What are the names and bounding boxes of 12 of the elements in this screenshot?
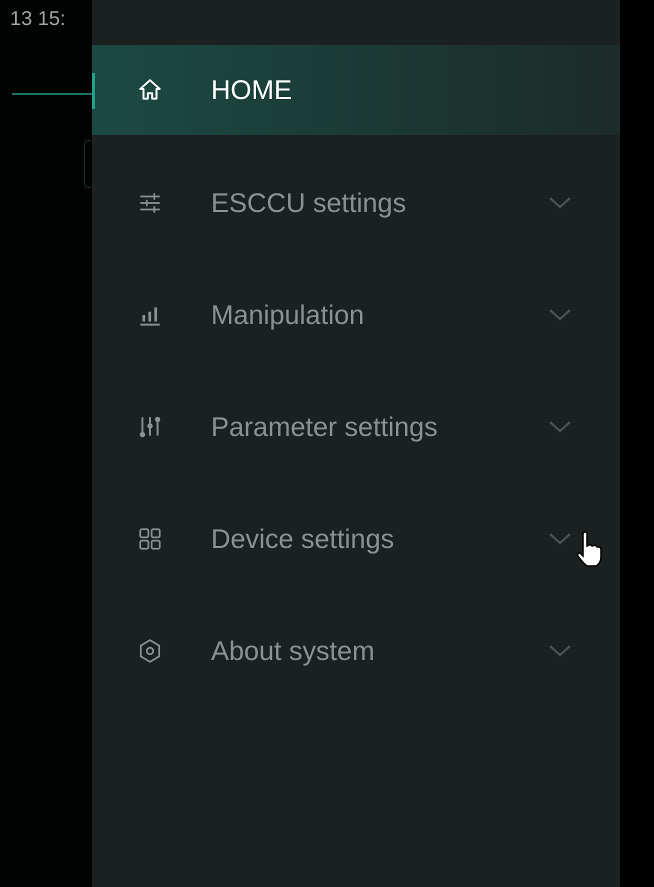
hexagon-icon — [137, 638, 163, 664]
tab-outline — [84, 140, 91, 188]
menu-item[interactable]: HOME — [92, 45, 620, 135]
grid-icon — [137, 526, 163, 552]
menu-item[interactable]: Manipulation — [92, 259, 620, 371]
menu-item[interactable]: About system — [92, 595, 620, 707]
menu-item[interactable]: ESCCU settings — [92, 147, 620, 259]
menu-item[interactable]: Device settings — [92, 483, 620, 595]
hand-cursor-icon — [574, 530, 604, 568]
menu-item[interactable]: Parameter settings — [92, 371, 620, 483]
adjust-icon — [137, 414, 163, 440]
timestamp: 13 15: — [10, 8, 66, 31]
